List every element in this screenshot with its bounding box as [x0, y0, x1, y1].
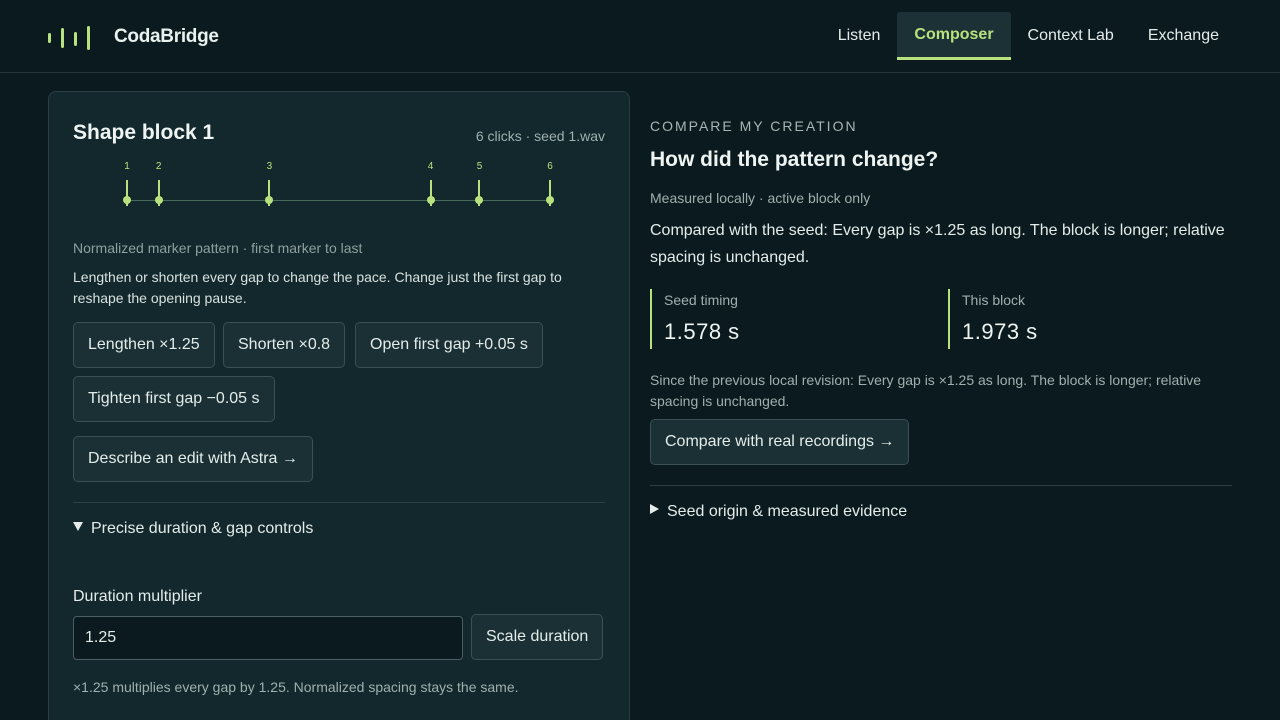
marker-dot	[546, 196, 554, 204]
marker-label: 6	[547, 161, 553, 172]
nav-context-lab[interactable]: Context Lab	[1011, 12, 1131, 60]
marker-3: 3	[259, 160, 279, 206]
marker-label: 2	[155, 161, 162, 172]
triangle-right-icon	[650, 504, 659, 514]
evidence-label: Seed origin & measured evidence	[667, 503, 908, 520]
compare-eyebrow: COMPARE MY CREATION	[650, 118, 858, 134]
lengthen-button[interactable]: Lengthen ×1.25	[73, 322, 215, 368]
block-meta: 6 clicks · seed 1.wav	[475, 128, 605, 144]
marker-label: 1	[124, 161, 130, 172]
marker-5: 5	[469, 160, 489, 206]
marker-6: 6	[540, 160, 560, 206]
block-timing-label: This block	[962, 292, 1026, 308]
compare-divider	[650, 485, 1232, 486]
block-title: Shape block 1	[73, 121, 215, 144]
nav-listen[interactable]: Listen	[821, 12, 898, 60]
block-description: Lengthen or shorten every gap to change …	[73, 269, 562, 306]
brand-name: CodaBridge	[114, 26, 219, 47]
duration-hint: ×1.25 multiplies every gap by 1.25. Norm…	[73, 679, 519, 695]
duration-multiplier-label: Duration multiplier	[73, 588, 202, 605]
marker-1: 1	[117, 160, 137, 206]
marker-baseline	[127, 200, 550, 201]
marker-dot	[426, 196, 435, 204]
marker-dot	[475, 196, 484, 204]
main-nav: Listen Composer Context Lab Exchange	[821, 12, 1236, 60]
scale-duration-button[interactable]: Scale duration	[471, 614, 604, 660]
compare-title: How did the pattern change?	[650, 148, 939, 171]
marker-pattern: 1 2 3 4 5 6	[73, 160, 607, 220]
block-timing-stat: This block 1.973 s	[948, 289, 1038, 349]
nav-exchange[interactable]: Exchange	[1131, 12, 1236, 60]
marker-dot	[154, 196, 163, 204]
waveform-bars-icon	[48, 24, 100, 50]
seed-timing-stat: Seed timing 1.578 s	[650, 289, 740, 349]
marker-2: 2	[149, 160, 169, 206]
compare-subtitle: Measured locally · active block only	[650, 190, 871, 206]
precise-controls-label: Precise duration & gap controls	[91, 520, 314, 537]
marker-dot	[123, 196, 131, 204]
duration-multiplier-input[interactable]	[73, 616, 463, 660]
marker-caption: Normalized marker pattern · first marker…	[73, 240, 363, 256]
describe-edit-button[interactable]: Describe an edit with Astra →	[73, 436, 313, 482]
compare-recordings-button[interactable]: Compare with real recordings →	[650, 419, 910, 465]
marker-label: 5	[476, 161, 483, 172]
tighten-first-gap-button[interactable]: Tighten first gap −0.05 s	[73, 376, 275, 422]
shorten-button[interactable]: Shorten ×0.8	[223, 322, 346, 368]
compare-description: Compared with the seed: Every gap is ×1.…	[650, 222, 1225, 266]
brand[interactable]: CodaBridge	[48, 22, 219, 52]
seed-timing-label: Seed timing	[664, 292, 738, 308]
triangle-down-icon	[73, 522, 83, 531]
evidence-toggle[interactable]: Seed origin & measured evidence	[650, 503, 907, 521]
shape-block-panel: Shape block 1 6 clicks · seed 1.wav 1 2 3 4…	[48, 91, 630, 720]
marker-dot	[265, 196, 274, 204]
revision-note: Since the previous local revision: Every…	[650, 372, 1202, 409]
panel-divider	[73, 502, 605, 503]
block-timing-value: 1.973 s	[962, 319, 1038, 344]
marker-4: 4	[421, 160, 441, 206]
marker-label: 3	[266, 161, 273, 172]
nav-composer[interactable]: Composer	[897, 12, 1011, 60]
top-bar: CodaBridge Listen Composer Context Lab E…	[0, 0, 1280, 73]
seed-timing-value: 1.578 s	[664, 319, 740, 344]
marker-label: 4	[427, 161, 434, 172]
open-first-gap-button[interactable]: Open first gap +0.05 s	[355, 322, 543, 368]
precise-controls-toggle[interactable]: Precise duration & gap controls	[73, 520, 313, 538]
